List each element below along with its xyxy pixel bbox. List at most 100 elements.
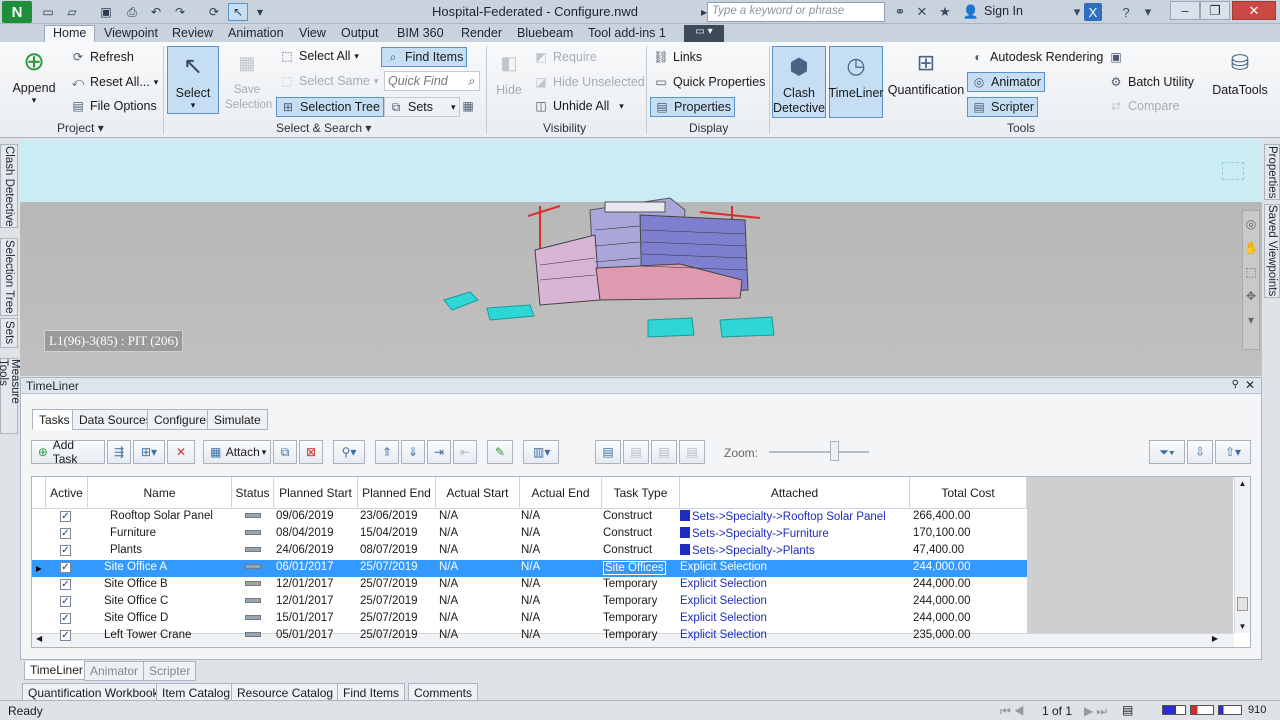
filter-icon[interactable]: ⏷▾	[1149, 440, 1185, 464]
orbit-icon[interactable]: ✥	[1246, 289, 1256, 303]
help-icon[interactable]: ?	[1117, 3, 1135, 21]
file-options-button[interactable]: ▤ File Options	[70, 98, 156, 114]
attached[interactable]: Sets->Specialty->Furniture	[680, 527, 829, 540]
task-row[interactable]: ▸ ✓ Site Office A 06/01/2017 25/07/2019 N/A N/…	[32, 560, 1027, 577]
active-checkbox[interactable]: ✓	[60, 579, 71, 590]
datatools-button[interactable]: ⛁ DataTools	[1208, 46, 1272, 97]
task-type[interactable]: Temporary	[603, 595, 657, 607]
zoom-slider-thumb[interactable]	[830, 441, 839, 461]
export-icon[interactable]: ⇧▾	[1215, 440, 1251, 464]
task-row[interactable]: ✓ Site Office D 15/01/2017 25/07/2019 N/A N/A…	[32, 611, 1027, 628]
attached[interactable]: Explicit Selection	[680, 595, 767, 607]
task-type[interactable]: Site Offices	[603, 561, 666, 575]
save-selection-button[interactable]: ▦ Save Selection	[222, 46, 272, 113]
append-button[interactable]: ⊕ Append ▾	[10, 44, 58, 106]
planned-start[interactable]: 08/04/2019	[276, 527, 334, 539]
planned-start[interactable]: 24/06/2019	[276, 544, 334, 556]
task-row[interactable]: ✓ Site Office B 12/01/2017 25/07/2019 N/A N/A…	[32, 577, 1027, 594]
clash-detective-button[interactable]: ⬢ Clash Detective	[772, 46, 826, 118]
total-cost[interactable]: 244,000.00	[913, 612, 971, 624]
planned-start[interactable]: 09/06/2019	[276, 510, 334, 522]
col-attached[interactable]: Attached	[680, 477, 910, 509]
bottom-tab-animator[interactable]: Animator	[84, 661, 145, 681]
planned-start[interactable]: 15/01/2017	[276, 612, 334, 624]
batch-utility-button[interactable]: ⚙ Batch Utility	[1108, 74, 1194, 90]
bottom-tab-scripter[interactable]: Scripter	[143, 661, 197, 681]
vertical-scrollbar[interactable]: ▲ ▼	[1234, 477, 1250, 633]
task-row[interactable]: ✓ Site Office C 12/01/2017 25/07/2019 N/A N/A…	[32, 594, 1027, 611]
group-label-project[interactable]: Project ▾	[57, 121, 104, 135]
quantification-button[interactable]: ⊞ Quantification	[886, 46, 966, 97]
task-name[interactable]: Site Office A	[104, 561, 167, 573]
total-cost[interactable]: 235,000.00	[913, 629, 971, 641]
select-same-button[interactable]: ⬚ Select Same ▾	[279, 73, 378, 89]
import-icon[interactable]: ⇩	[1187, 440, 1213, 464]
timeliner-button[interactable]: ◷ TimeLiner	[828, 46, 884, 118]
panel-tab-sets[interactable]: Sets	[0, 318, 18, 348]
communication-icon[interactable]: ✕	[913, 3, 931, 21]
navbar-dropdown-icon[interactable]: ▾	[1248, 313, 1254, 327]
attach-button[interactable]: ▦ Attach ▾	[203, 440, 271, 464]
quick-find-input[interactable]: Quick Find ⌕	[384, 71, 480, 91]
active-checkbox[interactable]: ✓	[60, 630, 71, 641]
panel-tab-measure-tools[interactable]: Measure Tools	[0, 358, 21, 434]
panel-tab-clash-detective[interactable]: Clash Detective	[0, 144, 18, 228]
tab-configure[interactable]: Configure	[147, 409, 214, 430]
group-label-select-search[interactable]: Select & Search ▾	[276, 121, 371, 135]
3d-viewport[interactable]: L1(96)-3(85) : PIT (206) ◎ ✋ ⬚ ✥ ▾	[20, 140, 1262, 376]
move-down-icon[interactable]: ⇓	[401, 440, 425, 464]
attached[interactable]: Explicit Selection	[680, 629, 767, 641]
save-icon[interactable]: ▣	[96, 3, 116, 21]
task-name[interactable]: Site Office D	[104, 612, 168, 624]
actual-start[interactable]: N/A	[439, 595, 458, 607]
customize-dropdown-icon[interactable]: ▾	[250, 3, 270, 21]
sheet-browser-icon[interactable]: ▤	[1122, 703, 1133, 717]
sets-button[interactable]: ⧉ Sets ▾	[384, 97, 460, 117]
active-checkbox[interactable]: ✓	[60, 528, 71, 539]
total-cost[interactable]: 244,000.00	[913, 595, 971, 607]
insert-task-icon[interactable]: ⇶	[107, 440, 131, 464]
actual-start[interactable]: N/A	[439, 612, 458, 624]
tab-simulate[interactable]: Simulate	[207, 409, 268, 430]
total-cost[interactable]: 266,400.00	[913, 510, 971, 522]
attached[interactable]: Explicit Selection	[680, 612, 767, 624]
col-name[interactable]: Name	[88, 477, 232, 509]
active-checkbox[interactable]: ✓	[60, 511, 71, 522]
col-actual-start[interactable]: Actual Start	[436, 477, 520, 509]
open-folder-icon[interactable]: ▱	[62, 3, 82, 21]
attached[interactable]: Sets->Specialty->Rooftop Solar Panel	[680, 510, 886, 523]
task-type[interactable]: Construct	[603, 544, 652, 556]
tab-render[interactable]: Render	[461, 25, 502, 42]
ribbon-minimize-toggle[interactable]: ▭ ▾	[684, 25, 724, 42]
favorites-star-icon[interactable]: ★	[936, 3, 954, 21]
actual-end[interactable]: N/A	[521, 510, 540, 522]
sheet-nav-first-prev-icon[interactable]: ⏮◀	[1000, 704, 1028, 719]
close-panel-icon[interactable]: ✕	[1245, 378, 1255, 392]
task-row[interactable]: ✓ Plants 24/06/2019 08/07/2019 N/A N/A Constru…	[32, 543, 1027, 560]
tab-view[interactable]: View	[299, 25, 326, 42]
select-cursor-icon[interactable]: ↖	[228, 3, 248, 21]
actual-end[interactable]: N/A	[521, 612, 540, 624]
total-cost[interactable]: 244,000.00	[913, 561, 971, 573]
close-window-button[interactable]: ✕	[1232, 1, 1276, 20]
help-search-input[interactable]: Type a keyword or phrase	[707, 2, 885, 22]
planned-end[interactable]: 25/07/2019	[360, 578, 418, 590]
tab-bim360[interactable]: BIM 360	[397, 25, 444, 42]
gantt-actual-icon[interactable]: ▤	[651, 440, 677, 464]
planned-start[interactable]: 12/01/2017	[276, 595, 334, 607]
sheet-nav-next-last-icon[interactable]: ▶⏭	[1084, 704, 1110, 719]
planned-end[interactable]: 25/07/2019	[360, 595, 418, 607]
panel-tab-saved-viewpoints[interactable]: Saved Viewpoints	[1264, 204, 1280, 298]
actual-end[interactable]: N/A	[521, 561, 540, 573]
refresh-button[interactable]: ⟳ Refresh	[70, 49, 134, 65]
navisworks-logo-icon[interactable]: N	[2, 1, 32, 23]
task-name[interactable]: Site Office C	[104, 595, 168, 607]
new-file-icon[interactable]: ▭	[38, 3, 58, 21]
add-task-button[interactable]: ⊕ Add Task	[31, 438, 105, 466]
total-cost[interactable]: 47,400.00	[913, 544, 964, 556]
scroll-thumb[interactable]	[1237, 597, 1248, 611]
tab-data-sources[interactable]: Data Sources	[72, 409, 159, 430]
selection-tree-button[interactable]: ⊞ Selection Tree	[276, 97, 384, 117]
zoom-window-icon[interactable]: ⬚	[1245, 265, 1256, 279]
total-cost[interactable]: 244,000.00	[913, 578, 971, 590]
